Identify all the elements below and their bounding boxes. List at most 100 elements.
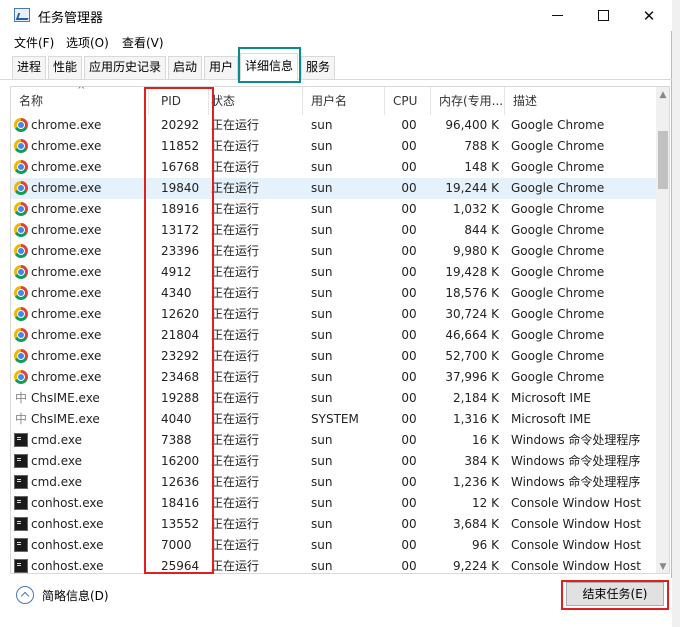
process-cpu: 00 — [401, 265, 417, 279]
process-name: chrome.exe — [31, 160, 102, 174]
table-row[interactable]: chrome.exe 18916 正在运行 sun 00 1,032 K Google Ch… — [11, 199, 656, 220]
column-header-cpu[interactable]: CPU — [385, 87, 431, 115]
title-bar[interactable]: 任务管理器 ✕ — [0, 0, 672, 31]
process-description: Google Chrome — [511, 223, 605, 237]
process-user: sun — [311, 244, 333, 258]
process-name: chrome.exe — [31, 328, 102, 342]
table-row[interactable]: conhost.exe 7000 正在运行 sun 00 96 K Console Wind… — [11, 535, 656, 556]
process-cpu: 00 — [401, 223, 417, 237]
column-header-description[interactable]: 描述 — [505, 87, 656, 115]
table-row[interactable]: chrome.exe 4912 正在运行 sun 00 19,428 K Google Ch… — [11, 262, 656, 283]
task-manager-window: 任务管理器 ✕ 文件(F) 选项(O) 查看(V) 进程 性能 应用历史记录 启… — [0, 0, 672, 627]
process-status: 正在运行 — [211, 139, 260, 153]
chrome-icon — [14, 139, 28, 153]
process-user: sun — [311, 391, 333, 405]
table-row[interactable]: cmd.exe 12636 正在运行 sun 00 1,236 K Windows 命令处理… — [11, 472, 656, 493]
menu-file[interactable]: 文件(F) — [14, 34, 54, 51]
vertical-scrollbar[interactable]: ▲ ▼ — [656, 87, 669, 573]
process-description: Console Window Host — [511, 496, 641, 510]
column-header-name[interactable]: 名称 ^ — [11, 87, 149, 115]
chrome-icon — [14, 160, 28, 174]
process-memory: 46,664 K — [445, 328, 499, 342]
process-user: sun — [311, 223, 333, 237]
background-window-edge — [672, 0, 680, 627]
window-title: 任务管理器 — [38, 11, 104, 26]
tab-highlight-annotation — [238, 47, 301, 83]
process-memory: 9,224 K — [452, 559, 499, 573]
table-row[interactable]: chrome.exe 13172 正在运行 sun 00 844 K Google Chro… — [11, 220, 656, 241]
cmd-icon — [14, 496, 28, 510]
ime-icon: 中 — [14, 412, 27, 426]
process-name: ChsIME.exe — [31, 412, 100, 426]
table-row[interactable]: chrome.exe 16768 正在运行 sun 00 148 K Google Chro… — [11, 157, 656, 178]
table-row[interactable]: chrome.exe 11852 正在运行 sun 00 788 K Google Chro… — [11, 136, 656, 157]
process-name: conhost.exe — [31, 517, 104, 531]
process-description: Windows 命令处理程序 — [511, 433, 641, 447]
table-row[interactable]: conhost.exe 18416 正在运行 sun 00 12 K Console Win… — [11, 493, 656, 514]
process-name: chrome.exe — [31, 244, 102, 258]
process-status: 正在运行 — [211, 538, 260, 552]
process-name: conhost.exe — [31, 559, 104, 573]
scroll-up-arrow-icon[interactable]: ▲ — [656, 87, 669, 103]
process-user: sun — [311, 496, 333, 510]
table-row[interactable]: 中 ChsIME.exe 19288 正在运行 sun 00 2,184 K Microsof… — [11, 388, 656, 409]
column-header-memory[interactable]: 内存(专用... — [431, 87, 505, 115]
process-status: 正在运行 — [211, 160, 260, 174]
process-name: chrome.exe — [31, 286, 102, 300]
fewer-details-link[interactable]: 简略信息(D) — [42, 587, 109, 604]
process-name: cmd.exe — [31, 433, 83, 447]
table-row[interactable]: chrome.exe 20292 正在运行 sun 00 96,400 K Google C… — [11, 115, 656, 136]
process-cpu: 00 — [401, 181, 417, 195]
process-cpu: 00 — [401, 349, 417, 363]
tab-services[interactable]: 服务 — [301, 56, 336, 79]
tab-processes[interactable]: 进程 — [12, 56, 47, 79]
process-user: sun — [311, 160, 333, 174]
process-name: cmd.exe — [31, 475, 83, 489]
tab-startup[interactable]: 启动 — [168, 56, 203, 79]
process-memory: 844 K — [464, 223, 499, 237]
tab-users[interactable]: 用户 — [204, 56, 239, 79]
tab-app-history[interactable]: 应用历史记录 — [84, 56, 167, 79]
process-description: Microsoft IME — [511, 391, 591, 405]
table-row[interactable]: chrome.exe 23292 正在运行 sun 00 52,700 K Google C… — [11, 346, 656, 367]
table-row[interactable]: chrome.exe 23396 正在运行 sun 00 9,980 K Google Ch… — [11, 241, 656, 262]
table-row[interactable]: conhost.exe 25964 正在运行 sun 00 9,224 K Console … — [11, 556, 656, 573]
close-button[interactable]: ✕ — [626, 0, 672, 31]
table-row[interactable]: 中 ChsIME.exe 4040 正在运行 SYSTEM 00 1,316 K Micros… — [11, 409, 656, 430]
process-name: chrome.exe — [31, 181, 102, 195]
chevron-up-circle-icon[interactable] — [16, 586, 34, 604]
process-user: sun — [311, 559, 333, 573]
process-user: sun — [311, 538, 333, 552]
process-status: 正在运行 — [211, 517, 260, 531]
process-status: 正在运行 — [211, 412, 260, 426]
table-row[interactable]: cmd.exe 16200 正在运行 sun 00 384 K Windows 命令处理程序 — [11, 451, 656, 472]
minimize-button[interactable] — [534, 0, 580, 31]
table-row[interactable]: chrome.exe 21804 正在运行 sun 00 46,664 K Google C… — [11, 325, 656, 346]
process-cpu: 00 — [401, 244, 417, 258]
table-row[interactable]: chrome.exe 12620 正在运行 sun 00 30,724 K Google C… — [11, 304, 656, 325]
process-user: sun — [311, 118, 333, 132]
process-status: 正在运行 — [211, 202, 260, 216]
table-row[interactable]: chrome.exe 23468 正在运行 sun 00 37,996 K Google C… — [11, 367, 656, 388]
table-row[interactable]: cmd.exe 7388 正在运行 sun 00 16 K Windows 命令处理程序 — [11, 430, 656, 451]
table-row[interactable]: conhost.exe 13552 正在运行 sun 00 3,684 K Console … — [11, 514, 656, 535]
tab-performance[interactable]: 性能 — [48, 56, 83, 79]
process-cpu: 00 — [401, 139, 417, 153]
table-row[interactable]: chrome.exe 19840 正在运行 sun 00 19,244 K Google C… — [11, 178, 656, 199]
process-memory: 2,184 K — [452, 391, 499, 405]
menu-view[interactable]: 查看(V) — [122, 34, 164, 51]
process-name: chrome.exe — [31, 202, 102, 216]
column-header-status[interactable]: 状态 — [203, 87, 303, 115]
scroll-thumb[interactable] — [658, 131, 668, 189]
process-user: sun — [311, 265, 333, 279]
process-cpu: 00 — [401, 433, 417, 447]
process-status: 正在运行 — [211, 244, 260, 258]
scroll-down-arrow-icon[interactable]: ▼ — [656, 559, 669, 573]
column-header-user[interactable]: 用户名 — [303, 87, 385, 115]
maximize-button[interactable] — [580, 0, 626, 31]
menu-options[interactable]: 选项(O) — [66, 34, 109, 51]
process-memory: 9,980 K — [452, 244, 499, 258]
process-status: 正在运行 — [211, 223, 260, 237]
process-description: Google Chrome — [511, 328, 605, 342]
table-row[interactable]: chrome.exe 4340 正在运行 sun 00 18,576 K Google Ch… — [11, 283, 656, 304]
